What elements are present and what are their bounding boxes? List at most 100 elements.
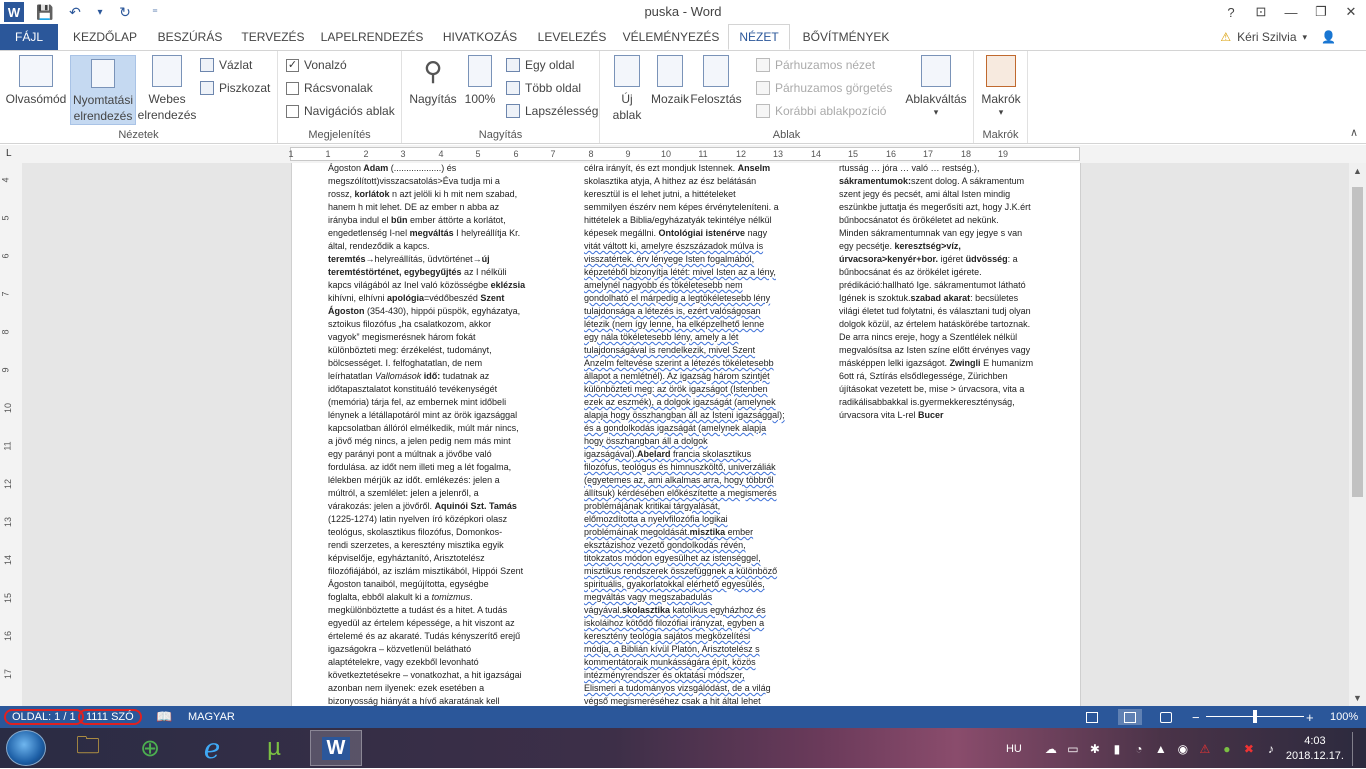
vertical-scrollbar[interactable]: ▲ ▼ <box>1349 163 1366 706</box>
document-text-line[interactable]: tulajdonsága a létezés is, ezért valóság… <box>584 305 793 318</box>
document-text-line[interactable]: (memória) tárja fel, az embernek mint id… <box>328 396 538 409</box>
proofing-icon[interactable]: 📖 <box>156 709 172 725</box>
document-text-line[interactable]: amelynél nagyobb és tökéletesebb nem <box>584 279 793 292</box>
zoom-slider-thumb[interactable] <box>1253 710 1257 723</box>
ruler-checkbox[interactable]: ✓ Vonalzó <box>286 55 347 75</box>
zoom-in-button[interactable]: + <box>1306 709 1314 725</box>
display-icon[interactable]: ▭ <box>1066 742 1080 756</box>
document-text-line[interactable]: kapcsolatban állóról elmélkedik, múlt má… <box>328 422 538 435</box>
document-text-line[interactable]: megkülönböztette a tudást és a hitet. A … <box>328 604 538 617</box>
document-text-line[interactable]: keresztül is el lehet jutni, a hittétele… <box>584 188 793 201</box>
document-text-line[interactable]: képesek megállni. Ontológiai istenérve n… <box>584 227 793 240</box>
scroll-down-icon[interactable]: ▼ <box>1349 690 1366 706</box>
close-button[interactable]: ✕ <box>1336 0 1366 24</box>
document-text-line[interactable]: sztoikus filozófus „ha csalatkozom, akko… <box>328 318 538 331</box>
utorrent-icon[interactable]: µ <box>248 730 300 766</box>
tab-layout[interactable]: LAPELRENDEZÉS <box>316 24 428 50</box>
document-text-line[interactable]: keresztény teológia sajátos megközelítés… <box>584 630 793 643</box>
multiple-pages-button[interactable]: Több oldal <box>506 78 581 98</box>
document-text-line[interactable]: Ágoston (354-430), hippói püspök, egyház… <box>328 305 538 318</box>
document-text-line[interactable]: úrvacsora>kenyér+bor. igéret üdvösség: a <box>839 253 1047 266</box>
user-account[interactable]: ⚠ Kéri Szilvia ▾ 👤 <box>1220 24 1336 50</box>
page-width-button[interactable]: Lapszélesség <box>506 101 598 121</box>
gridlines-checkbox[interactable]: Rácsvonalak <box>286 78 373 98</box>
document-text-line[interactable]: leírhatatlan Vallomások idő: tudatnak az <box>328 370 538 383</box>
utorrent-tray-icon[interactable]: ● <box>1220 742 1234 756</box>
document-text-line[interactable]: intézményrendszer és oktatási módszer, <box>584 669 793 682</box>
document-text-line[interactable]: 6ott rá, Sztírás elsődlegessége, Zürichb… <box>839 370 1047 383</box>
document-text-line[interactable]: Ágoston tanaiból, megújította, egységbe <box>328 578 538 591</box>
document-text-line[interactable]: egyedül az értelem képessége, a hit visz… <box>328 617 538 630</box>
tab-review[interactable]: VÉLEMÉNYEZÉS <box>618 24 724 50</box>
read-mode-button[interactable]: Olvasómód <box>4 55 68 107</box>
document-text-line[interactable]: egy nála tökéletesebb lény, amely a lét <box>584 331 793 344</box>
vertical-ruler[interactable]: 4 5 6 7 8 9 10 11 12 13 14 15 16 17 <box>0 163 22 706</box>
document-text-line[interactable]: értelemé és az akaraté. Tudás kényszerít… <box>328 630 538 643</box>
document-text-line[interactable]: és a gondolkodás igazságát (amelynek ala… <box>584 422 793 435</box>
bluetooth-icon[interactable]: ✱ <box>1088 742 1102 756</box>
document-text-line[interactable]: problémájának kritikai tárgyalását, <box>584 500 793 513</box>
print-layout-button[interactable]: Nyomtatási elrendezés <box>70 55 136 125</box>
document-text-line[interactable]: hogy összhangban áll a dolgok <box>584 435 793 448</box>
document-text-line[interactable]: ezek az eszmék), a dolgok igazságát (ame… <box>584 396 793 409</box>
zoom-level[interactable]: 100% <box>1330 709 1358 725</box>
document-text-line[interactable]: igazságával).Abelard francia skolasztiku… <box>584 448 793 461</box>
document-text-line[interactable]: alapja hogy összhangban áll az Isteni ig… <box>584 409 793 422</box>
document-text-line[interactable]: végső megismeréséhez csak a hit által le… <box>584 695 793 706</box>
tab-insert[interactable]: BESZÚRÁS <box>150 24 230 50</box>
document-text-line[interactable]: szent jegy és pecsét, ami által Isten mi… <box>839 188 1047 201</box>
document-text-line[interactable]: (egyetemes az, ami alkalmas arra, hogy t… <box>584 474 793 487</box>
document-text-line[interactable]: sákramentumok:szent dolog. A sákramentum <box>839 175 1047 188</box>
document-text-line[interactable]: (1225-1274) latin nyelven író középkori … <box>328 513 538 526</box>
network-icon[interactable]: ◉ <box>1176 742 1190 756</box>
document-text-line[interactable]: vágyával.skolasztika katolikus egyházhoz… <box>584 604 793 617</box>
clock[interactable]: 4:03 2018.12.17. <box>1286 734 1344 764</box>
document-text-line[interactable]: problémáinak megoldását.misztika ember <box>584 526 793 539</box>
split-button[interactable]: Felosztás <box>690 55 742 107</box>
document-text-line[interactable]: Ágoston Adam (...................) és <box>328 163 538 175</box>
document-text-line[interactable]: kihívni, elhívni apológia=védőbeszéd Sze… <box>328 292 538 305</box>
document-text-line[interactable]: skolasztika atyja, A hithez az ész belát… <box>584 175 793 188</box>
document-text-line[interactable]: megszólított)visszacsatolás>Éva tudja mi… <box>328 175 538 188</box>
chrome-icon[interactable]: ⊕ <box>124 730 176 766</box>
document-text-line[interactable]: képviselője, egyháztanító, Arisztotelész <box>328 552 538 565</box>
document-text-line[interactable]: egy pecsétje. keresztség>víz, <box>839 240 1047 253</box>
document-text-line[interactable]: tulajdonságával is rendelkezik, mivel Sz… <box>584 344 793 357</box>
switch-windows-button[interactable]: Ablakváltás ▾ <box>900 55 972 117</box>
document-text-line[interactable]: eszünkbe juttatja és megerősíti azt, hog… <box>839 201 1047 214</box>
document-text-line[interactable]: megvalósítsa az Isten színe előtt érvény… <box>839 344 1047 357</box>
document-text-line[interactable]: iskoláihoz kötődő filozófiai irányzat, e… <box>584 617 793 630</box>
language[interactable]: MAGYAR <box>188 709 235 725</box>
tab-references[interactable]: HIVATKOZÁS <box>434 24 526 50</box>
document-text-line[interactable]: Minden sákramentumnak van egy jegye s va… <box>839 227 1047 240</box>
word-count[interactable]: 1111 SZÓ <box>78 709 142 725</box>
ruler-track[interactable]: 1 1 2 3 4 5 6 7 8 9 10 11 12 13 14 15 16 17 18 19 <box>288 147 1080 161</box>
document-text-line[interactable]: állapot a nemlétnél). Az igazság három s… <box>584 370 793 383</box>
scroll-thumb[interactable] <box>1352 187 1363 497</box>
text-column-1[interactable]: Ágoston Adam (...................) és meg… <box>328 163 538 706</box>
tab-mailings[interactable]: LEVELEZÉS <box>532 24 612 50</box>
document-text-line[interactable]: lélekben mérjük az időt. emlékezés: jele… <box>328 474 538 487</box>
arrange-all-button[interactable]: Mozaik <box>648 55 692 107</box>
document-text-line[interactable]: a jövő még nincs, a jelen pedig nem más … <box>328 435 538 448</box>
document-text-line[interactable]: radikálisabbakkal is.gyermekkereszténysá… <box>839 396 1047 409</box>
document-text-line[interactable]: teremtés→helyreállítás, üdvtörténet→új <box>328 253 538 266</box>
document-text-line[interactable]: filozófiájából, az iszlám misztikából, H… <box>328 565 538 578</box>
clock-app-icon[interactable]: ◔ <box>1132 742 1146 756</box>
page-count[interactable]: OLDAL: 1 / 1 <box>4 709 84 725</box>
text-column-3[interactable]: rtusság … jóra … való … restség.), sákram… <box>839 163 1047 706</box>
document-text-line[interactable]: teremtéstörténet, egybegyűjtés az I nélk… <box>328 266 538 279</box>
text-column-2[interactable]: célra irányít, és ezt mondjuk Istennek. … <box>584 163 793 706</box>
document-text-line[interactable]: létezik (nem így lenne, ha elképzelhető … <box>584 318 793 331</box>
document-text-line[interactable]: következtetésekre – vonatkozhat, a hit i… <box>328 669 538 682</box>
document-text-line[interactable]: módja, a Biblián kívül Platón, Arisztote… <box>584 643 793 656</box>
document-text-line[interactable]: várakozás: jelen a jövőről. Aquinói Szt.… <box>328 500 538 513</box>
new-window-button[interactable]: Új ablak <box>606 55 648 123</box>
document-text-line[interactable]: Elismeri a tudományos vizsgálódást, de a… <box>584 682 793 695</box>
document-text-line[interactable]: előmozdította a nyelvfilozófia logikai <box>584 513 793 526</box>
document-text-line[interactable]: időtapasztalatot konstituáló tevékenység… <box>328 383 538 396</box>
document-text-line[interactable]: rossz, korlátok n azt jelöli ki h mit ne… <box>328 188 538 201</box>
document-text-line[interactable]: fordulása. az időt nem illeti meg a lét … <box>328 461 538 474</box>
document-text-line[interactable]: kommentátoraik munkásságára épít, közös <box>584 656 793 669</box>
view-side-by-side-button[interactable]: Párhuzamos nézet <box>756 55 875 75</box>
